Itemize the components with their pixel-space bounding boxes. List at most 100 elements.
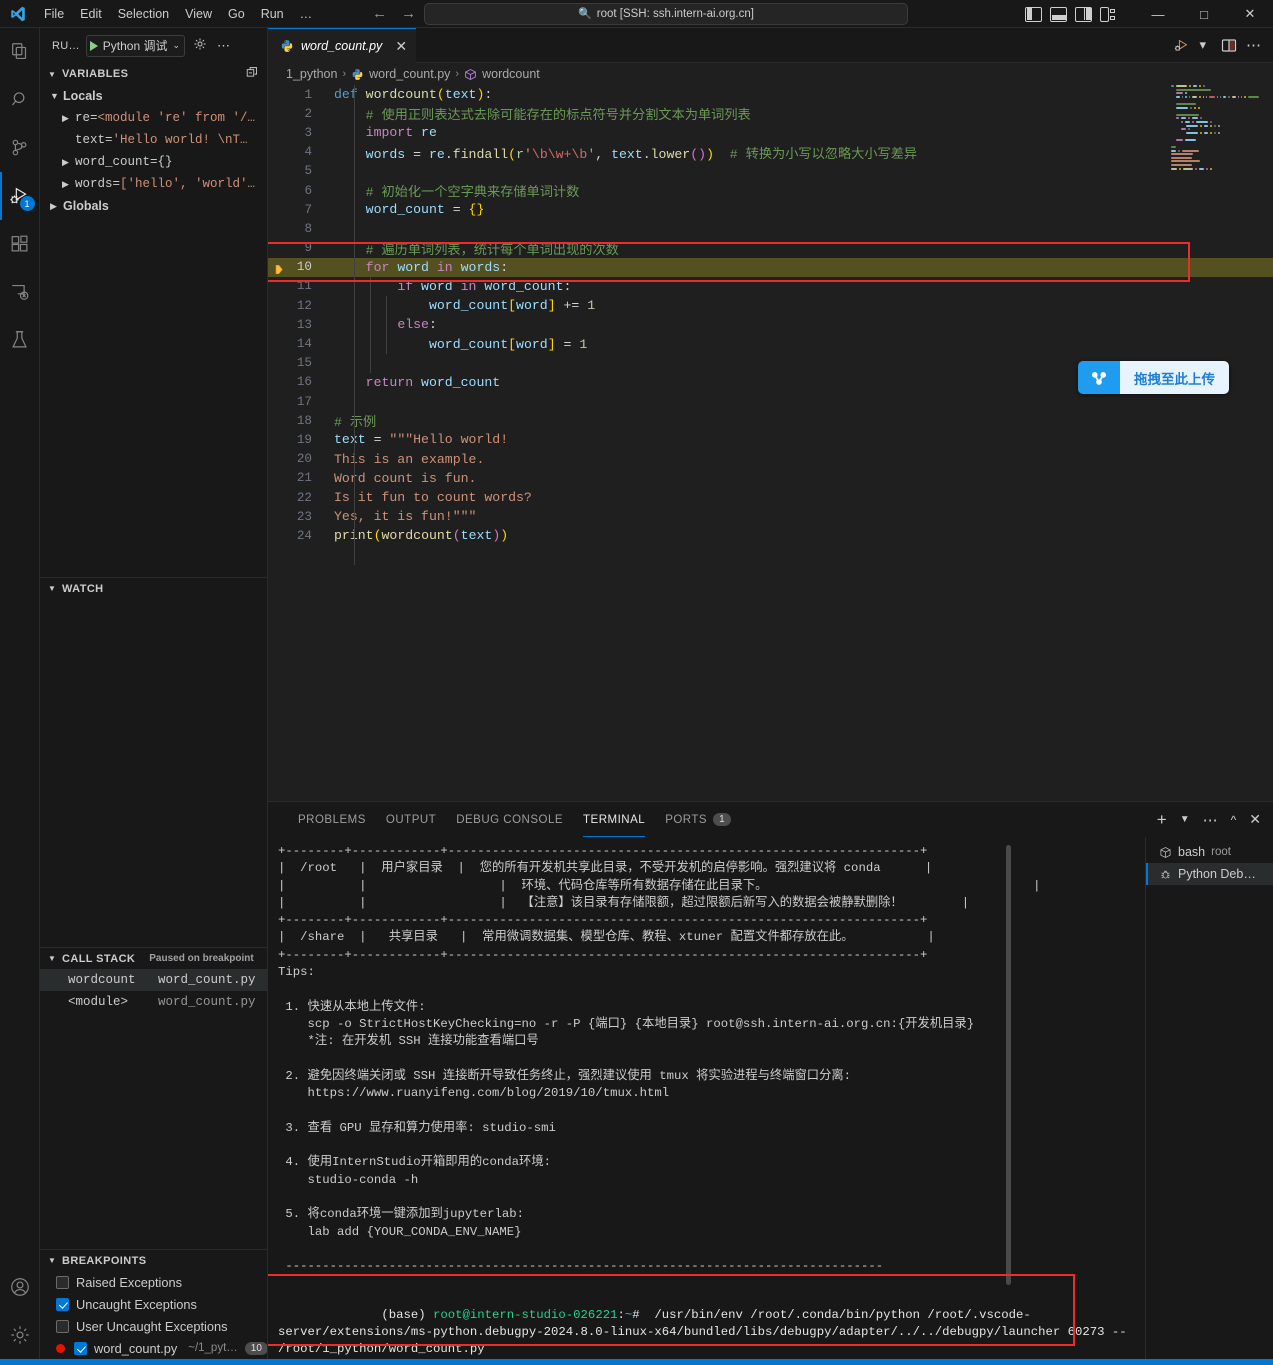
code-line[interactable]: 24 print(wordcount(text)): [268, 526, 1273, 545]
code-line[interactable]: 3 import re: [268, 123, 1273, 142]
chevron-up-icon[interactable]: ^: [1231, 813, 1237, 827]
code-line[interactable]: 17: [268, 392, 1273, 411]
tab-problems[interactable]: PROBLEMS: [288, 802, 376, 837]
run-and-debug-icon[interactable]: 1: [0, 172, 40, 220]
code-line[interactable]: 5: [268, 162, 1273, 181]
collapse-all-icon[interactable]: [246, 66, 259, 82]
remote-explorer-icon[interactable]: [0, 268, 40, 316]
tab-debug-console[interactable]: DEBUG CONSOLE: [446, 802, 573, 837]
code-line[interactable]: 22 Is it fun to count words?: [268, 488, 1273, 507]
menu-go[interactable]: Go: [220, 4, 253, 24]
callstack-frame[interactable]: <module> word_count.py: [40, 991, 267, 1013]
menu-view[interactable]: View: [177, 4, 220, 24]
menu-more[interactable]: …: [292, 4, 321, 24]
code-line[interactable]: 6 # 初始化一个空字典来存储单词计数: [268, 181, 1273, 201]
variable-row[interactable]: ▶ words = ['hello', 'world'…: [40, 173, 267, 195]
code-line[interactable]: 10 for word in words:: [268, 257, 1273, 277]
menu-selection[interactable]: Selection: [110, 4, 177, 24]
code-line[interactable]: 14 word_count[word] = 1: [268, 334, 1273, 353]
customize-layout-button[interactable]: [1100, 6, 1117, 22]
breakpoint-item-word-count[interactable]: word_count.py ~/1_pyt… 10: [40, 1337, 267, 1359]
ellipsis-icon[interactable]: ⋯: [1203, 811, 1218, 829]
code-editor[interactable]: 1 def wordcount(text): 2 # 使用正则表达式去除可能存在的标…: [268, 85, 1273, 801]
editor-vertical-scrollbar[interactable]: [1259, 85, 1273, 801]
toggle-panel-button[interactable]: [1050, 6, 1067, 22]
settings-gear-icon[interactable]: [0, 1311, 40, 1359]
menu-file[interactable]: File: [36, 4, 72, 24]
checkbox[interactable]: [56, 1319, 69, 1333]
breakpoints-section-header[interactable]: ▼ BREAKPOINTS: [40, 1249, 267, 1271]
window-minimize-button[interactable]: —: [1135, 0, 1181, 28]
explorer-files-icon[interactable]: [0, 28, 40, 76]
code-line[interactable]: 20 This is an example.: [268, 450, 1273, 469]
run-python-file-icon[interactable]: [1173, 37, 1190, 54]
tab-terminal[interactable]: TERMINAL: [573, 802, 655, 837]
debug-more-actions-icon[interactable]: ⋯: [215, 36, 232, 56]
code-line[interactable]: 8: [268, 219, 1273, 238]
chevron-down-icon[interactable]: ▾: [1199, 37, 1206, 53]
split-editor-icon[interactable]: [1221, 38, 1237, 53]
variables-group-locals[interactable]: ▼ Locals: [40, 85, 267, 107]
chevron-right-icon[interactable]: ▶: [62, 113, 75, 124]
source-control-icon[interactable]: [0, 124, 40, 172]
variables-group-globals[interactable]: ▶ Globals: [40, 195, 267, 217]
code-line[interactable]: 11 if word in word_count:: [268, 277, 1273, 296]
variable-row[interactable]: ▶ word_count = {}: [40, 151, 267, 173]
editor-tab-word-count[interactable]: word_count.py ✕: [268, 28, 417, 63]
chevron-down-icon[interactable]: ▼: [1180, 814, 1190, 825]
checkbox[interactable]: [74, 1341, 87, 1355]
tab-ports[interactable]: PORTS 1: [655, 802, 741, 837]
code-line[interactable]: 2 # 使用正则表达式去除可能存在的标点符号并分割文本为单词列表: [268, 104, 1273, 124]
plus-icon[interactable]: +: [1157, 811, 1167, 828]
breakpoint-item-uncaught-exceptions[interactable]: Uncaught Exceptions: [40, 1293, 267, 1315]
close-icon[interactable]: ✕: [395, 38, 407, 55]
callstack-section-header[interactable]: ▼ CALL STACK Paused on breakpoint: [40, 947, 267, 969]
terminal-instance-python-debug[interactable]: Python Deb…: [1146, 863, 1273, 885]
search-icon[interactable]: [0, 76, 40, 124]
code-line[interactable]: 4 words = re.findall(r'\b\w+\b', text.lo…: [268, 143, 1273, 162]
terminal-instance-bash[interactable]: bash root: [1146, 841, 1273, 863]
variable-row[interactable]: ▶ re = <module 're' from '/…: [40, 107, 267, 129]
tab-output[interactable]: OUTPUT: [376, 802, 446, 837]
code-line[interactable]: 7 word_count = {}: [268, 200, 1273, 219]
checkbox[interactable]: [56, 1275, 69, 1289]
arrow-right-icon[interactable]: →: [401, 6, 416, 21]
code-line[interactable]: 18 # 示例: [268, 411, 1273, 431]
code-line[interactable]: 21 Word count is fun.: [268, 469, 1273, 488]
checkbox[interactable]: [56, 1297, 69, 1311]
terminal-scrollbar[interactable]: [1003, 837, 1013, 1359]
toggle-primary-sidebar-button[interactable]: [1025, 6, 1042, 22]
variable-row[interactable]: text = 'Hello world! \nT…: [40, 129, 267, 151]
menu-edit[interactable]: Edit: [72, 4, 110, 24]
chevron-right-icon[interactable]: ▶: [62, 157, 75, 168]
upload-drop-pill[interactable]: 拖拽至此上传: [1078, 361, 1229, 394]
breadcrumb-item-file[interactable]: word_count.py: [369, 67, 450, 81]
callstack-frame[interactable]: wordcount word_count.py: [40, 969, 267, 991]
breakpoint-arrow-icon[interactable]: [274, 264, 285, 275]
variables-section-header[interactable]: ▼ VARIABLES: [40, 63, 267, 85]
breadcrumb-item-folder[interactable]: 1_python: [286, 67, 337, 81]
breakpoint-item-raised-exceptions[interactable]: Raised Exceptions: [40, 1271, 267, 1293]
code-line[interactable]: 23 Yes, it is fun!""": [268, 507, 1273, 526]
open-launch-json-gear-icon[interactable]: [191, 35, 209, 56]
breadcrumb-item-symbol[interactable]: wordcount: [482, 67, 540, 81]
code-content[interactable]: 1 def wordcount(text): 2 # 使用正则表达式去除可能存在的标…: [268, 85, 1273, 801]
testing-beaker-icon[interactable]: [0, 316, 40, 364]
command-center-search[interactable]: 🔍 root [SSH: ssh.intern-ai.org.cn]: [424, 2, 908, 25]
code-line[interactable]: 12 word_count[word] += 1: [268, 296, 1273, 315]
breakpoint-item-user-uncaught-exceptions[interactable]: User Uncaught Exceptions: [40, 1315, 267, 1337]
window-close-button[interactable]: ✕: [1227, 0, 1273, 28]
arrow-left-icon[interactable]: ←: [372, 6, 387, 21]
editor-more-actions-icon[interactable]: ⋯: [1246, 36, 1261, 54]
code-line[interactable]: 19 text = """Hello world!: [268, 430, 1273, 449]
terminal-scrollbar-thumb[interactable]: [1006, 845, 1011, 1285]
close-icon[interactable]: ✕: [1249, 811, 1261, 828]
extensions-icon[interactable]: [0, 220, 40, 268]
code-line[interactable]: 9 # 遍历单词列表，统计每个单词出现的次数: [268, 239, 1273, 258]
code-line[interactable]: 13 else:: [268, 315, 1273, 334]
play-icon[interactable]: [89, 40, 98, 51]
launch-config-dropdown[interactable]: Python 调试 ⌄: [85, 34, 186, 57]
terminal-view[interactable]: +--------+------------+-----------------…: [268, 837, 1145, 1359]
accounts-icon[interactable]: [0, 1263, 40, 1311]
watch-list[interactable]: [40, 599, 267, 947]
